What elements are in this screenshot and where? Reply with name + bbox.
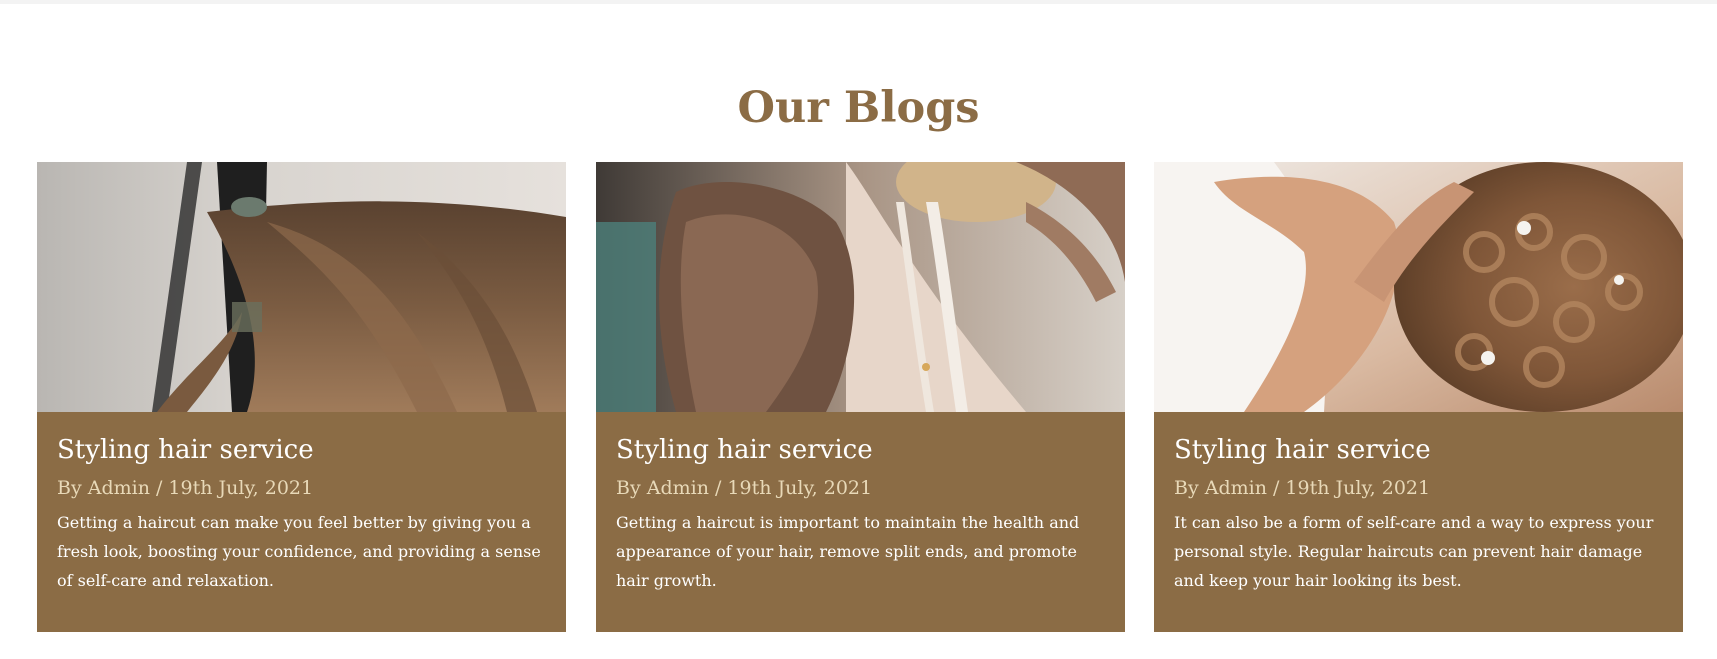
blog-excerpt: It can also be a form of self-care and a… — [1174, 513, 1654, 590]
blog-image-curly-updo[interactable] — [1154, 162, 1683, 412]
curling-iron-hair-photo — [37, 162, 566, 412]
blog-title[interactable]: Styling hair service — [1174, 432, 1663, 468]
blog-meta: By Admin / 19th July, 2021 — [57, 477, 314, 499]
blog-title[interactable]: Styling hair service — [57, 432, 546, 468]
blog-meta: By Admin / 19th July, 2021 — [1174, 477, 1431, 499]
blog-image-curling-iron[interactable] — [37, 162, 566, 412]
blog-card[interactable]: Styling hair service By Admin / 19th Jul… — [596, 162, 1125, 632]
blog-card[interactable]: Styling hair service By Admin / 19th Jul… — [37, 162, 566, 632]
blog-excerpt: Getting a haircut can make you feel bett… — [57, 513, 541, 590]
blog-image-updo[interactable] — [596, 162, 1125, 412]
blog-excerpt: Getting a haircut is important to mainta… — [616, 513, 1080, 590]
blog-card[interactable]: Styling hair service By Admin / 19th Jul… — [1154, 162, 1683, 632]
curly-updo-pearl-pins-photo — [1154, 162, 1683, 412]
blog-title[interactable]: Styling hair service — [616, 432, 1105, 468]
section-title: Our Blogs — [737, 83, 980, 133]
top-divider — [0, 0, 1717, 4]
updo-hair-styling-photo — [596, 162, 1125, 412]
blog-meta: By Admin / 19th July, 2021 — [616, 477, 873, 499]
